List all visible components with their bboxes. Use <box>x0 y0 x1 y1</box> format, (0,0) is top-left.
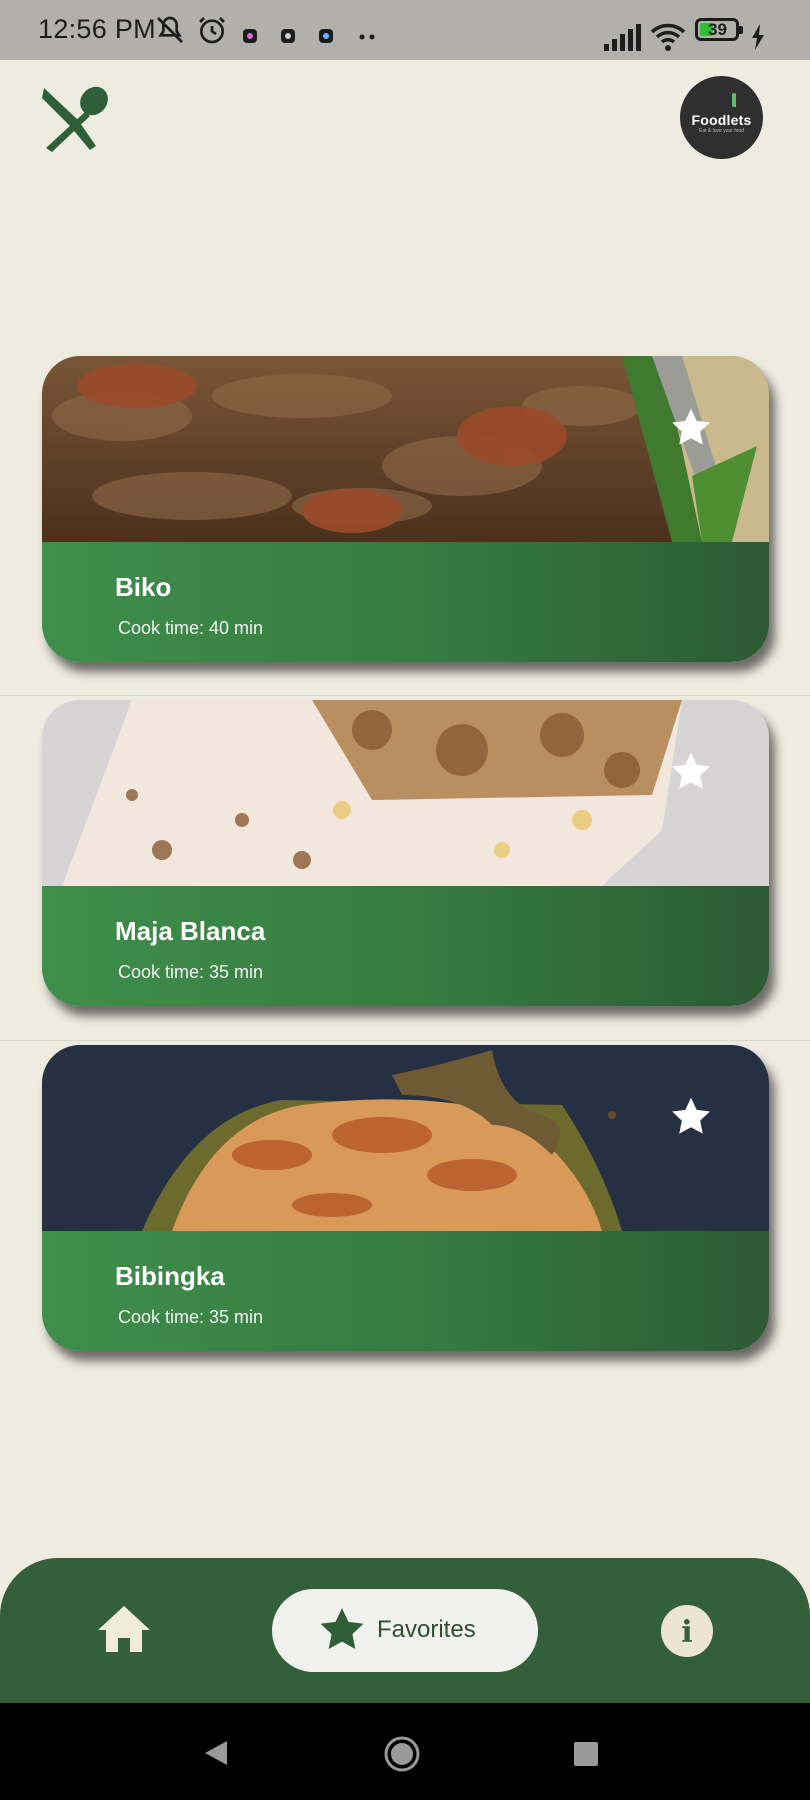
favorite-star-icon[interactable] <box>669 406 713 450</box>
back-icon[interactable] <box>203 1739 229 1767</box>
battery-level: 39 <box>708 20 727 39</box>
mute-icon <box>157 16 183 43</box>
brand-logo: Foodlets Eat & love your food <box>680 76 763 159</box>
favorites-label: Favorites <box>377 1616 476 1643</box>
star-icon <box>320 1608 364 1649</box>
home-circle-icon[interactable] <box>383 1735 421 1773</box>
recipe-photo <box>42 356 769 542</box>
favorite-star-icon[interactable] <box>669 750 713 794</box>
wifi-icon <box>650 23 686 51</box>
recipe-photo <box>42 1045 769 1231</box>
signal-icon <box>604 24 641 51</box>
recipe-card-biko[interactable]: Biko Cook time: 40 min <box>42 356 769 662</box>
alarm-icon <box>199 17 225 44</box>
system-navigation-bar <box>0 1703 810 1800</box>
battery-icon: 39 <box>695 18 743 41</box>
recipe-info-band: Biko Cook time: 40 min <box>42 542 769 662</box>
favorites-tab[interactable]: Favorites <box>272 1589 538 1672</box>
bottom-navigation: Favorites i <box>0 1558 810 1703</box>
recipe-card-maja-blanca[interactable]: Maja Blanca Cook time: 35 min <box>42 700 769 1006</box>
favorite-star-icon[interactable] <box>669 1095 713 1139</box>
app-notification-icon <box>281 29 295 43</box>
recipe-photo <box>42 700 769 886</box>
divider <box>0 695 810 696</box>
recipe-cook-time: Cook time: 35 min <box>118 962 264 982</box>
spoon-knife-icon <box>42 86 108 152</box>
brand-tagline: Eat & love your food <box>698 128 745 134</box>
app-notification-icon <box>319 29 333 43</box>
recipe-info-band: Maja Blanca Cook time: 35 min <box>42 886 769 1006</box>
info-icon: i <box>681 1615 693 1650</box>
home-icon[interactable] <box>96 1604 152 1654</box>
app-notification-icon <box>243 29 257 43</box>
divider <box>0 1040 810 1041</box>
recipe-title: Biko <box>115 572 172 602</box>
recipe-cook-time: Cook time: 40 min <box>118 618 264 638</box>
recipe-card-bibingka[interactable]: Bibingka Cook time: 35 min <box>42 1045 769 1351</box>
more-dots-icon <box>359 34 375 40</box>
status-time: 12:56 PM <box>38 14 156 44</box>
recipe-title: Bibingka <box>115 1261 225 1291</box>
brand-name: Foodlets <box>691 112 752 128</box>
status-bar: 12:56 PM 39 <box>0 0 810 60</box>
charging-icon <box>752 24 764 50</box>
recipe-info-band: Bibingka Cook time: 35 min <box>42 1231 769 1351</box>
recipe-cook-time: Cook time: 35 min <box>118 1307 264 1327</box>
recents-icon[interactable] <box>573 1741 599 1767</box>
recipe-title: Maja Blanca <box>115 916 266 946</box>
info-button[interactable]: i <box>661 1605 713 1657</box>
